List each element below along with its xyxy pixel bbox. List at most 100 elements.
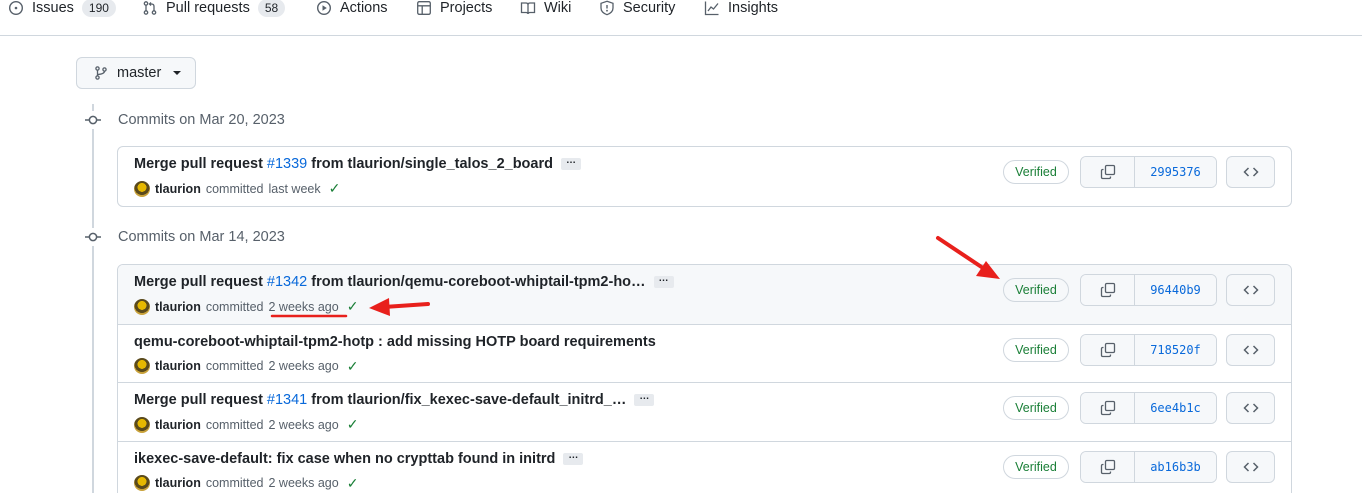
commit-sha-link[interactable]: 2995376 — [1135, 157, 1216, 187]
commit-list: Merge pull request #1342 from tlaurion/q… — [117, 264, 1292, 493]
author-link[interactable]: tlaurion — [155, 182, 201, 196]
commit-title[interactable]: ikexec-save-default: fix case when no cr… — [134, 450, 584, 467]
verified-badge[interactable]: Verified — [1003, 396, 1069, 420]
copy-sha-button[interactable] — [1081, 275, 1135, 305]
commit-message-suffix[interactable]: from tlaurion/fix_kexec-save-default_ini… — [311, 392, 626, 408]
sha-button-group: 2995376 — [1080, 156, 1217, 188]
check-icon[interactable]: ✓ — [347, 416, 359, 433]
commit-time: 2 weeks ago — [268, 417, 339, 432]
tab-actions-label: Actions — [340, 0, 388, 16]
expand-message-button[interactable]: … — [653, 274, 674, 288]
commit-sha-link[interactable]: 96440b9 — [1135, 275, 1216, 305]
committed-label: committed — [205, 359, 264, 373]
timeline-line — [92, 104, 94, 493]
expand-message-button[interactable]: … — [563, 450, 584, 465]
code-icon — [1242, 285, 1259, 295]
commit-time: 2 weeks ago — [268, 476, 339, 490]
sha-button-group: ab16b3b — [1080, 450, 1217, 483]
expand-message-button[interactable]: … — [560, 156, 581, 170]
copy-icon — [1100, 459, 1115, 474]
tab-projects[interactable]: Projects — [416, 0, 492, 25]
copy-sha-button[interactable] — [1081, 393, 1135, 423]
commit-sha-link[interactable]: 6ee4b1c — [1135, 393, 1216, 423]
commit-time: 2 weeks ago — [268, 299, 339, 314]
tab-issues-label: Issues — [32, 0, 74, 16]
branch-icon — [95, 66, 107, 80]
check-icon[interactable]: ✓ — [329, 180, 341, 197]
commit-group-header: Commits on Mar 14, 2023 — [84, 228, 285, 246]
browse-repo-button[interactable] — [1226, 450, 1275, 483]
code-icon — [1242, 167, 1259, 177]
tab-wiki[interactable]: Wiki — [520, 0, 571, 25]
browse-repo-button[interactable] — [1226, 156, 1275, 188]
commit-meta: tlaurion committed 2 weeks ago ✓ — [134, 358, 358, 375]
commit-message-prefix[interactable]: Merge pull request — [134, 156, 263, 172]
check-icon[interactable]: ✓ — [347, 298, 359, 315]
graph-icon — [704, 1, 719, 16]
verified-badge[interactable]: Verified — [1003, 278, 1069, 302]
browse-repo-button[interactable] — [1226, 333, 1275, 366]
tab-wiki-label: Wiki — [544, 0, 572, 16]
tab-security[interactable]: Security — [599, 0, 675, 25]
author-link[interactable]: tlaurion — [155, 300, 201, 314]
avatar[interactable] — [134, 475, 150, 491]
pull-requests-counter: 58 — [257, 0, 286, 17]
commit-title[interactable]: Merge pull request #1341 from tlaurion/f… — [134, 392, 655, 408]
tab-pull-requests-label: Pull requests — [166, 0, 250, 16]
commit-group-title: Commits on Mar 14, 2023 — [118, 229, 285, 245]
commit-message[interactable]: ikexec-save-default: fix case when no cr… — [134, 451, 555, 467]
verified-badge[interactable]: Verified — [1003, 337, 1069, 362]
commit-icon — [84, 228, 102, 246]
verified-badge[interactable]: Verified — [1003, 454, 1069, 479]
author-link[interactable]: tlaurion — [155, 476, 201, 490]
commit-meta: tlaurion committed 2 weeks ago ✓ — [134, 475, 358, 492]
tab-pull-requests[interactable]: Pull requests 58 — [142, 0, 286, 25]
branch-select-button[interactable]: master — [76, 57, 196, 89]
avatar[interactable] — [134, 358, 150, 374]
author-link[interactable]: tlaurion — [155, 418, 201, 432]
tab-projects-label: Projects — [440, 0, 493, 16]
avatar[interactable] — [134, 180, 150, 197]
copy-icon — [1100, 164, 1115, 180]
chevron-down-icon — [173, 71, 182, 75]
commit-sha-link[interactable]: ab16b3b — [1135, 451, 1216, 482]
sha-button-group: 6ee4b1c — [1080, 392, 1217, 424]
verified-badge[interactable]: Verified — [1003, 160, 1069, 184]
repo-nav: Issues 190 Pull requests 58 Actions Proj… — [0, 0, 1362, 36]
avatar[interactable] — [134, 298, 150, 315]
committed-label: committed — [205, 299, 264, 314]
check-icon[interactable]: ✓ — [347, 475, 359, 492]
browse-repo-button[interactable] — [1226, 392, 1275, 424]
author-link[interactable]: tlaurion — [155, 359, 201, 373]
tab-issues[interactable]: Issues 190 — [8, 0, 116, 25]
tab-actions[interactable]: Actions — [316, 0, 388, 25]
commit-message[interactable]: qemu-coreboot-whiptail-tpm2-hotp : add m… — [134, 334, 656, 350]
avatar[interactable] — [134, 416, 150, 433]
commit-message-prefix[interactable]: Merge pull request — [134, 274, 263, 290]
pr-link[interactable]: #1341 — [267, 392, 307, 408]
commit-message-suffix[interactable]: from tlaurion/qemu-coreboot-whiptail-tpm… — [311, 274, 645, 290]
commit-message-suffix[interactable]: from tlaurion/single_talos_2_board — [311, 156, 553, 172]
pr-link[interactable]: #1342 — [267, 274, 307, 290]
commit-title[interactable]: Merge pull request #1342 from tlaurion/q… — [134, 274, 674, 290]
commit-message-prefix[interactable]: Merge pull request — [134, 392, 263, 408]
copy-sha-button[interactable] — [1081, 334, 1135, 365]
expand-message-button[interactable]: … — [634, 392, 655, 406]
pr-link[interactable]: #1339 — [267, 156, 307, 172]
sha-button-group: 718520f — [1080, 333, 1217, 366]
branch-name: master — [117, 65, 162, 81]
commit-title[interactable]: qemu-coreboot-whiptail-tpm2-hotp : add m… — [134, 334, 656, 350]
copy-sha-button[interactable] — [1081, 451, 1135, 482]
browse-repo-button[interactable] — [1226, 274, 1275, 306]
committed-label: committed — [205, 417, 264, 432]
copy-sha-button[interactable] — [1081, 157, 1135, 187]
check-icon[interactable]: ✓ — [347, 358, 359, 375]
tab-insights-label: Insights — [728, 0, 778, 16]
commit-row: Merge pull request #1342 from tlaurion/q… — [118, 265, 1291, 324]
commit-meta: tlaurion committed 2 weeks ago ✓ — [134, 416, 358, 433]
tab-insights[interactable]: Insights — [704, 0, 778, 25]
table-icon — [417, 1, 431, 15]
commit-row: qemu-coreboot-whiptail-tpm2-hotp : add m… — [118, 323, 1291, 383]
commit-sha-link[interactable]: 718520f — [1135, 334, 1216, 365]
commit-title[interactable]: Merge pull request #1339 from tlaurion/s… — [134, 156, 581, 172]
